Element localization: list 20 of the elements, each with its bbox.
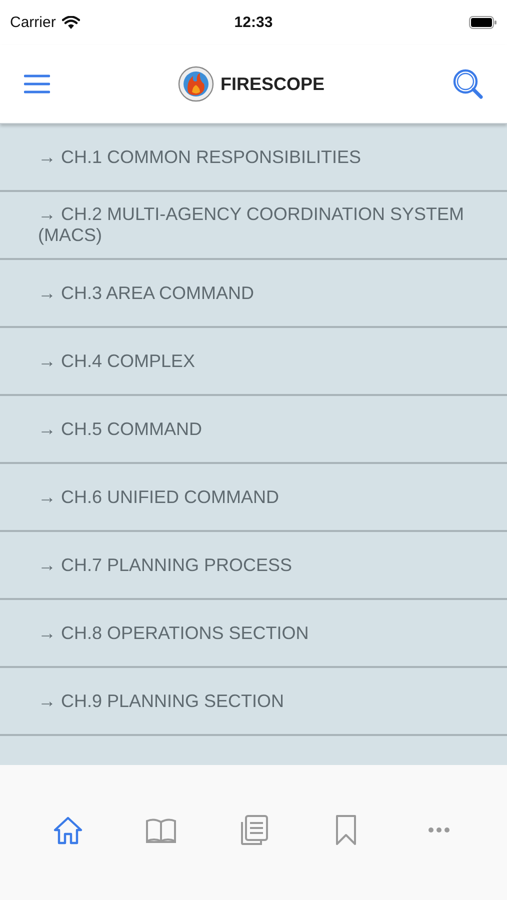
more-icon [428,826,450,832]
carrier-label: Carrier [10,14,56,31]
chapter-item[interactable]: → CH.5 COMMAND [0,396,507,464]
chapter-item[interactable]: → CH.9 PLANNING SECTION [0,668,507,736]
bookmark-icon [335,814,358,846]
chapter-item[interactable]: → CH.7 PLANNING PROCESS [0,532,507,600]
logo-icon [178,66,214,102]
chapter-item[interactable]: → CH.2 MULTI-AGENCY COORDINATION SYSTEM (MACS) [0,192,507,260]
book-icon [144,816,177,842]
chapter-item[interactable]: → CH.8 OPERATIONS SECTION [0,600,507,668]
chapter-item[interactable]: → CH.1 COMMON RESPONSIBILITIES [0,124,507,192]
search-button[interactable] [451,67,485,101]
home-icon [52,814,84,844]
chapter-item[interactable]: → CH.6 UNIFIED COMMAND [0,464,507,532]
battery-icon [468,16,497,29]
app-title: FIRESCOPE [220,74,325,94]
clock-time: 12:33 [233,14,274,31]
chapter-item[interactable]: → CH.3 AREA COMMAND [0,260,507,328]
chapter-item[interactable]: → CH.4 COMPLEX [0,328,507,396]
wifi-icon [62,16,80,29]
